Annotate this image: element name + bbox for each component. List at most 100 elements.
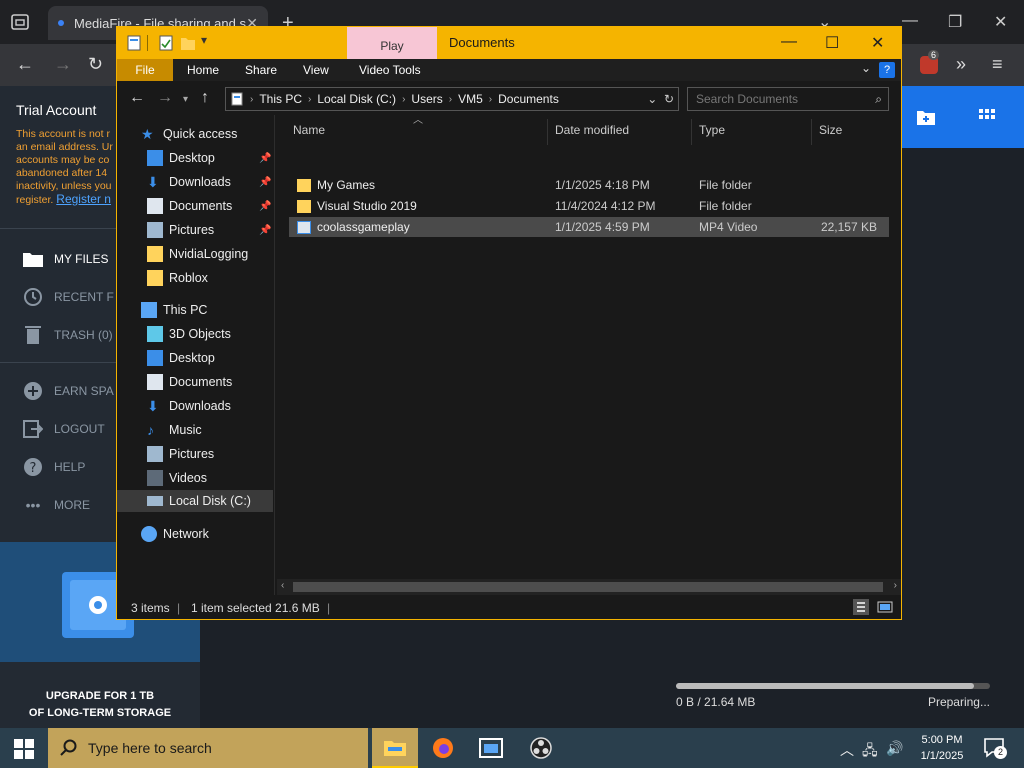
system-clock[interactable]: 5:00 PM 1/1/2025 — [914, 732, 970, 764]
new-folder-icon[interactable] — [916, 108, 936, 126]
nav-pc-music[interactable]: ♪ Music — [147, 419, 202, 441]
file-row[interactable]: Visual Studio 2019 11/4/2024 4:12 PM Fil… — [289, 196, 889, 216]
address-bar[interactable]: › This PC › Local Disk (C:) › Users › VM… — [225, 87, 679, 111]
nav-label: NvidiaLogging — [169, 247, 249, 261]
register-link[interactable]: Register n — [56, 192, 111, 206]
ribbon-tab-share[interactable]: Share — [245, 63, 277, 77]
ribbon-tab-file[interactable]: File — [117, 59, 173, 81]
file-row-selected[interactable]: coolassgameplay 1/1/2025 4:59 PM MP4 Vid… — [289, 217, 889, 237]
nav-qa-nvidialogging[interactable]: NvidiaLogging — [147, 243, 248, 265]
close-window-icon[interactable]: ✕ — [994, 12, 1007, 32]
breadcrumb-local-disk[interactable]: Local Disk (C:) — [317, 92, 396, 106]
ribbon-tab-view[interactable]: View — [303, 63, 329, 77]
properties-icon[interactable] — [159, 35, 173, 51]
column-header-name[interactable]: Name — [293, 123, 325, 137]
nav-pc-downloads[interactable]: ⬇ Downloads — [147, 395, 231, 417]
details-view-icon[interactable] — [853, 599, 869, 615]
close-icon[interactable]: ✕ — [871, 33, 884, 53]
taskbar-search[interactable]: Type here to search — [48, 728, 368, 768]
nav-pc-documents[interactable]: Documents — [147, 371, 232, 393]
nav-qa-documents[interactable]: Documents 📌 — [147, 195, 271, 217]
file-name: Visual Studio 2019 — [317, 199, 417, 213]
help-button[interactable]: ? — [879, 62, 895, 78]
windows-start-icon[interactable] — [14, 739, 34, 759]
search-field[interactable]: Search Documents ⌕ — [687, 87, 889, 111]
horizontal-scrollbar[interactable]: ‹ › — [277, 579, 901, 595]
breadcrumb-vm5[interactable]: VM5 — [458, 92, 483, 106]
divider: | — [327, 601, 331, 615]
nav-trash[interactable]: TRASH (0) — [22, 324, 113, 346]
recent-locations-chevron-icon[interactable]: ▾ — [183, 94, 188, 105]
nav-qa-desktop[interactable]: Desktop 📌 — [147, 147, 271, 169]
breadcrumb-documents[interactable]: Documents — [498, 92, 559, 106]
breadcrumb-users[interactable]: Users — [411, 92, 442, 106]
search-icon[interactable]: ⌕ — [875, 92, 882, 107]
notification-center[interactable]: 2 — [984, 738, 1007, 759]
nav-pc-local-disk[interactable]: Local Disk (C:) — [147, 490, 251, 512]
nav-qa-downloads[interactable]: ⬇ Downloads 📌 — [147, 171, 271, 193]
nav-pc-desktop[interactable]: Desktop — [147, 347, 215, 369]
address-dropdown-and-refresh-icon[interactable]: ⌄ ↻ — [647, 92, 674, 106]
taskbar-app-window[interactable] — [468, 728, 514, 768]
notice-line: abandoned after 14 — [16, 167, 108, 179]
forward-icon[interactable]: → — [157, 89, 173, 107]
back-icon[interactable]: ← — [129, 89, 145, 107]
column-header-type[interactable]: Type — [699, 123, 725, 137]
ribbon-tabs: File Home Share View Video Tools ⌄ ? — [117, 59, 901, 81]
nav-qa-pictures[interactable]: Pictures 📌 — [147, 219, 271, 241]
scroll-right-icon[interactable]: › — [894, 580, 897, 591]
extensions-overflow-icon[interactable]: » — [956, 54, 966, 75]
nav-help[interactable]: ? HELP — [22, 456, 85, 478]
scroll-left-icon[interactable]: ‹ — [281, 580, 284, 591]
minimize-icon[interactable]: — — [902, 12, 918, 30]
reload-icon[interactable]: ↻ — [88, 54, 103, 75]
network-icon[interactable]: 🖧 — [862, 740, 878, 764]
nav-more[interactable]: ••• MORE — [22, 494, 90, 516]
minimize-icon[interactable]: — — [781, 33, 797, 51]
volume-icon[interactable]: 🔊 — [886, 740, 903, 757]
taskbar-firefox[interactable] — [420, 728, 466, 768]
file-row[interactable]: My Games 1/1/2025 4:18 PM File folder — [289, 175, 889, 195]
nav-logout[interactable]: LOGOUT — [22, 418, 105, 440]
nav-pc-3d-objects[interactable]: 3D Objects — [147, 323, 231, 345]
nav-recent[interactable]: RECENT F — [22, 286, 114, 308]
nav-this-pc[interactable]: This PC — [141, 299, 207, 321]
nav-pc-pictures[interactable]: Pictures — [147, 443, 214, 465]
play-context-tab[interactable]: Play — [347, 27, 437, 59]
show-hidden-icons-icon[interactable]: ︿ — [840, 740, 854, 760]
column-header-size[interactable]: Size — [819, 123, 842, 137]
file-explorer-icon — [384, 741, 406, 756]
nav-earn-space[interactable]: EARN SPA — [22, 380, 114, 402]
nav-pc-videos[interactable]: Videos — [147, 467, 207, 489]
taskbar-obs[interactable] — [518, 728, 564, 768]
upgrade-text[interactable]: UPGRADE FOR 1 TB OF LONG-TERM STORAGE — [0, 688, 200, 722]
nav-qa-roblox[interactable]: Roblox — [147, 267, 208, 289]
nav-my-files[interactable]: MY FILES — [22, 248, 108, 270]
column-header-date-modified[interactable]: Date modified — [555, 123, 629, 137]
grid-view-icon[interactable] — [978, 108, 996, 126]
forward-icon[interactable]: → — [54, 54, 72, 75]
scrollbar-thumb[interactable] — [293, 582, 883, 592]
restore-icon[interactable]: ❐ — [948, 12, 962, 32]
column-divider[interactable] — [691, 119, 692, 145]
breadcrumb-this-pc[interactable]: This PC — [259, 92, 302, 106]
ribbon-tab-video-tools[interactable]: Video Tools — [359, 63, 421, 77]
column-divider[interactable] — [547, 119, 548, 145]
nav-network[interactable]: Network — [141, 523, 209, 545]
status-bar: 3 items | 1 item selected 21.6 MB | — [117, 597, 901, 619]
expand-ribbon-chevron-icon[interactable]: ⌄ — [861, 61, 871, 75]
network-icon — [141, 526, 157, 542]
menu-icon[interactable]: ≡ — [992, 54, 1003, 75]
explorer-title-bar: ▾ Play Documents — ☐ ✕ — [117, 27, 901, 59]
up-icon[interactable]: ↑ — [201, 89, 209, 107]
new-folder-icon[interactable] — [181, 35, 195, 51]
maximize-icon[interactable]: ☐ — [825, 33, 839, 53]
back-icon[interactable]: ← — [16, 54, 34, 75]
ribbon-tab-home[interactable]: Home — [187, 63, 219, 77]
column-divider[interactable] — [811, 119, 812, 145]
nav-quick-access[interactable]: ★ Quick access — [141, 123, 237, 145]
customize-quick-access-icon[interactable]: ▾ — [201, 33, 207, 47]
taskbar-file-explorer[interactable] — [372, 728, 418, 768]
tab-actions-icon[interactable] — [10, 12, 30, 32]
large-icons-view-icon[interactable] — [877, 599, 893, 615]
